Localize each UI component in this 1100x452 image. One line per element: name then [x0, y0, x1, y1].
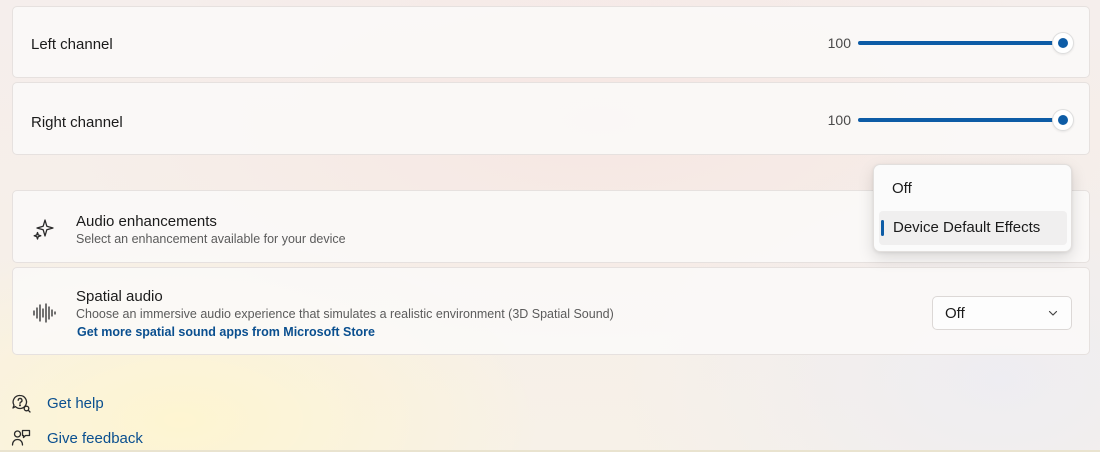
feedback-person-icon: [11, 429, 31, 446]
help-chat-icon: [12, 394, 31, 413]
left-channel-label: Left channel: [31, 36, 113, 53]
right-channel-label: Right channel: [31, 114, 123, 131]
selection-indicator: [881, 220, 884, 236]
chevron-down-icon: [1048, 310, 1058, 316]
spatial-audio-select-value: Off: [945, 305, 965, 322]
sparkle-icon: [33, 219, 54, 240]
spatial-audio-card: Spatial audio Choose an immersive audio …: [12, 267, 1090, 355]
right-channel-card: Right channel 100: [12, 82, 1090, 155]
get-help-link[interactable]: Get help: [47, 395, 104, 412]
right-channel-value: 100: [827, 112, 851, 128]
spatial-audio-select[interactable]: Off: [932, 296, 1072, 330]
dropdown-option-off[interactable]: Off: [879, 171, 1067, 205]
left-channel-slider-track[interactable]: [858, 41, 1058, 45]
give-feedback-link[interactable]: Give feedback: [47, 430, 143, 447]
spatial-audio-title: Spatial audio: [76, 288, 163, 305]
dropdown-option-label: Off: [892, 180, 912, 197]
left-channel-value: 100: [827, 35, 851, 51]
right-channel-slider-thumb[interactable]: [1052, 109, 1074, 131]
sound-wave-icon: [33, 303, 56, 323]
spatial-audio-subtitle: Choose an immersive audio experience tha…: [76, 307, 614, 321]
left-channel-slider-thumb[interactable]: [1052, 32, 1074, 54]
audio-enhancements-subtitle: Select an enhancement available for your…: [76, 232, 346, 246]
left-channel-card: Left channel 100: [12, 6, 1090, 78]
microsoft-store-link[interactable]: Get more spatial sound apps from Microso…: [77, 325, 375, 339]
audio-enhancements-dropdown: Off Device Default Effects: [873, 164, 1072, 252]
dropdown-option-label: Device Default Effects: [893, 219, 1041, 236]
right-channel-slider-track[interactable]: [858, 118, 1058, 122]
audio-enhancements-title: Audio enhancements: [76, 213, 217, 230]
dropdown-option-device-default-effects[interactable]: Device Default Effects: [879, 211, 1067, 245]
